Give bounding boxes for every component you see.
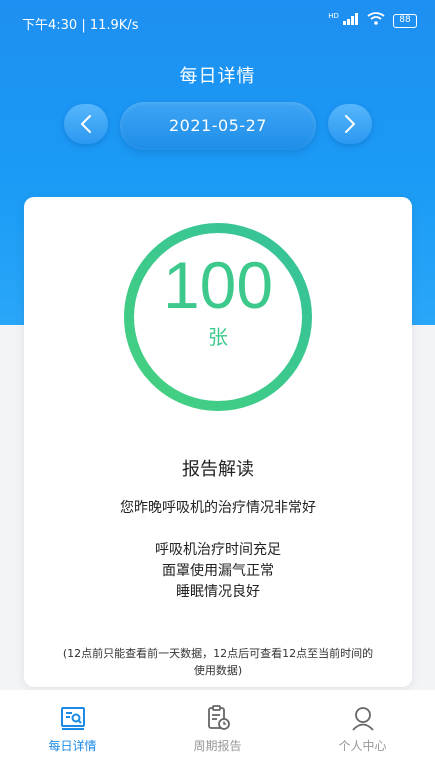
tab-personal-center[interactable]: 个人中心 xyxy=(290,690,435,773)
tab-label: 个人中心 xyxy=(338,739,387,753)
prev-day-button[interactable] xyxy=(64,104,108,144)
wifi-icon xyxy=(367,12,385,29)
tab-label: 周期报告 xyxy=(193,739,242,753)
report-line: 呼吸机治疗时间充足 xyxy=(155,542,281,558)
page-title: 每日详情 xyxy=(179,66,256,87)
chevron-right-icon xyxy=(345,115,355,133)
bottom-tab-bar: 每日详情 周期报告 个人中心 xyxy=(0,690,435,773)
person-icon xyxy=(351,707,374,731)
daily-report-icon xyxy=(60,707,85,730)
score-unit: 张 xyxy=(208,325,228,349)
tab-daily-details[interactable]: 每日详情 xyxy=(0,690,145,773)
battery-icon: 88 xyxy=(393,13,417,28)
data-note-line: 使用数据) xyxy=(193,664,243,677)
report-summary: 您昨晚呼吸机的治疗情况非常好 xyxy=(120,500,316,516)
score-value: 100 xyxy=(162,248,274,322)
date-display[interactable]: 2021-05-27 xyxy=(120,102,316,150)
next-day-button[interactable] xyxy=(328,104,372,144)
report-details: 呼吸机治疗时间充足 面罩使用漏气正常 睡眠情况良好 xyxy=(24,540,412,603)
data-note: (12点前只能查看前一天数据，12点后可查看12点至当前时间的 使用数据) xyxy=(34,645,402,679)
status-time-speed: 下午4:30 | 11.9K/s xyxy=(22,18,139,33)
chevron-left-icon xyxy=(81,115,91,133)
tab-label: 每日详情 xyxy=(48,739,97,753)
status-bar: 下午4:30 | 11.9K/s HD 88 xyxy=(0,0,435,40)
report-title: 报告解读 xyxy=(182,459,254,480)
tab-periodic-report[interactable]: 周期报告 xyxy=(145,690,290,773)
data-note-line: (12点前只能查看前一天数据，12点后可查看12点至当前时间的 xyxy=(62,647,374,660)
status-icons: HD 88 xyxy=(328,12,417,29)
signal-icon: HD xyxy=(328,11,359,29)
clipboard-clock-icon xyxy=(207,705,230,730)
report-line: 面罩使用漏气正常 xyxy=(162,563,274,579)
network-badge: HD xyxy=(328,11,339,20)
daily-report-card: 100 张 报告解读 您昨晚呼吸机的治疗情况非常好 呼吸机治疗时间充足 面罩使用… xyxy=(24,197,412,687)
report-line: 睡眠情况良好 xyxy=(176,584,260,600)
